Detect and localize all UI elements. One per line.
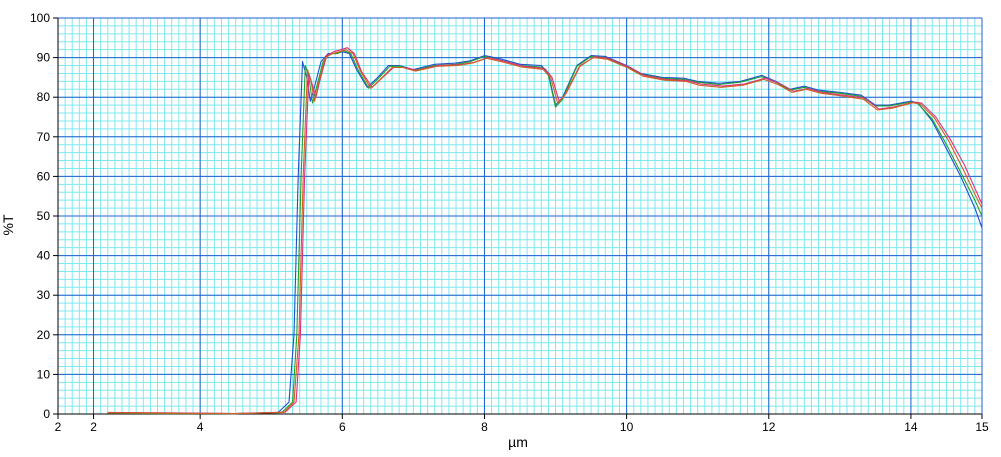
- y-axis-label: %T: [0, 214, 16, 235]
- y-tick-label: 40: [37, 249, 51, 263]
- y-tick-label: 100: [30, 11, 50, 25]
- x-axis-label: µm: [508, 434, 528, 450]
- x-tick-label: 15: [975, 420, 989, 434]
- x-tick-label: 4: [197, 420, 204, 434]
- y-tick-label: 30: [37, 288, 51, 302]
- x-tick-label: 14: [904, 420, 918, 434]
- y-tick-label: 60: [37, 169, 51, 183]
- y-tick-label: 0: [43, 407, 50, 421]
- y-tick-label: 20: [37, 328, 51, 342]
- x-tick-label: 2: [90, 420, 97, 434]
- x-tick-label: 2: [55, 420, 62, 434]
- y-tick-label: 50: [37, 209, 51, 223]
- chart-svg: 0 10 20 30 40 50 60 70 80 90 100 2 2 4 6 8 10 12 14 15 µm %…: [0, 0, 1001, 452]
- y-tick-label: 90: [37, 51, 51, 65]
- x-tick-label: 8: [481, 420, 488, 434]
- y-tick-label: 10: [37, 367, 51, 381]
- x-tick-label: 6: [339, 420, 346, 434]
- x-tick-label: 10: [620, 420, 634, 434]
- y-tick-label: 80: [37, 90, 51, 104]
- chart-container: 0 10 20 30 40 50 60 70 80 90 100 2 2 4 6 8 10 12 14 15 µm %…: [0, 0, 1001, 452]
- x-tick-label: 12: [762, 420, 776, 434]
- y-tick-label: 70: [37, 130, 51, 144]
